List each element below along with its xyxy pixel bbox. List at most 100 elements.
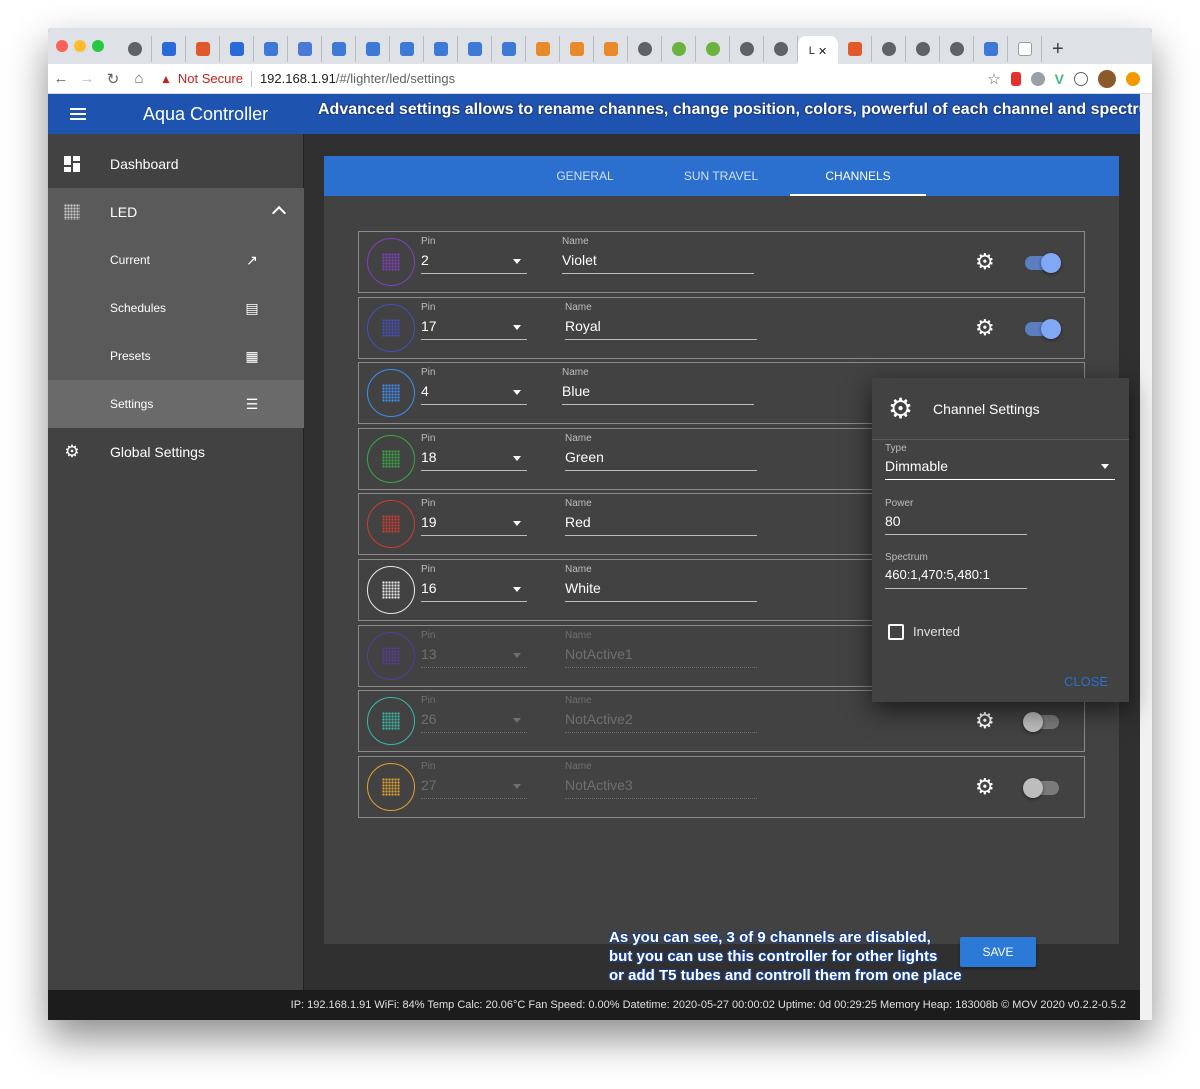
profile-avatar[interactable] (1098, 69, 1116, 88)
channel-color-swatch[interactable] (367, 697, 415, 745)
channel-settings-gear-icon[interactable]: ⚙ (975, 251, 995, 273)
browser-tab[interactable] (322, 36, 356, 62)
sidebar-item-led[interactable]: LED (48, 188, 304, 236)
tab-general[interactable]: GENERAL (524, 156, 646, 196)
bookmark-star-icon[interactable]: ☆ (987, 70, 1000, 88)
channel-toggle[interactable] (1025, 253, 1061, 273)
browser-tab[interactable] (560, 36, 594, 62)
back-icon[interactable]: ← (48, 70, 74, 87)
browser-tab[interactable] (730, 36, 764, 62)
pin-select[interactable]: 17 (421, 318, 437, 334)
dropdown-arrow-icon[interactable] (513, 718, 521, 723)
channel-color-swatch[interactable] (367, 566, 415, 614)
dropdown-arrow-icon[interactable] (513, 521, 521, 526)
channel-toggle[interactable] (1023, 712, 1059, 732)
inverted-checkbox[interactable] (888, 624, 904, 640)
channel-color-swatch[interactable] (367, 500, 415, 548)
close-tab-icon[interactable]: ✕ (818, 45, 827, 58)
browser-tab[interactable] (526, 36, 560, 62)
browser-tab[interactable] (390, 36, 424, 62)
spectrum-input[interactable]: 460:1,470:5,480:1 (885, 567, 990, 582)
sidebar-item-dashboard[interactable]: Dashboard (48, 140, 304, 188)
browser-tab[interactable] (492, 36, 526, 62)
bookmark-extension-icon[interactable] (1010, 71, 1021, 86)
sidebar-item-settings[interactable]: Settings ☰ (48, 380, 304, 428)
address-bar[interactable]: ▲ Not Secure 192.168.1.91 /#/lighter/led… (160, 67, 987, 91)
pin-select[interactable]: 18 (421, 449, 437, 465)
dropdown-arrow-icon[interactable] (513, 784, 521, 789)
type-select[interactable]: Dimmable (885, 458, 948, 474)
pin-select[interactable]: 2 (421, 252, 429, 268)
name-input[interactable]: Green (565, 449, 604, 465)
sidebar-item-schedules[interactable]: Schedules ▤ (48, 284, 304, 332)
browser-tab[interactable] (288, 36, 322, 62)
browser-tab[interactable] (186, 36, 220, 62)
pin-select[interactable]: 19 (421, 514, 437, 530)
channel-color-swatch[interactable] (367, 435, 415, 483)
name-input[interactable]: NotActive2 (565, 711, 633, 727)
dropdown-arrow-icon[interactable] (513, 653, 521, 658)
reload-icon[interactable]: ↻ (100, 70, 126, 88)
pin-select[interactable]: 27 (421, 777, 437, 793)
pin-select[interactable]: 16 (421, 580, 437, 596)
channel-settings-gear-icon[interactable]: ⚙ (975, 710, 995, 732)
dropdown-arrow-icon[interactable] (1101, 464, 1109, 469)
dropdown-arrow-icon[interactable] (513, 325, 521, 330)
browser-tab[interactable] (118, 36, 152, 62)
browser-tab[interactable] (220, 36, 254, 62)
browser-tab[interactable] (254, 36, 288, 62)
channel-toggle[interactable] (1023, 778, 1059, 798)
tab-channels[interactable]: CHANNELS (790, 156, 926, 196)
new-tab-button[interactable]: + (1052, 38, 1064, 61)
browser-tab[interactable] (764, 36, 798, 62)
browser-tab-active[interactable]: L ✕ (798, 36, 838, 66)
browser-tab[interactable] (594, 36, 628, 62)
browser-tab[interactable] (838, 36, 872, 62)
channel-color-swatch[interactable] (367, 304, 415, 352)
channel-color-swatch[interactable] (367, 238, 415, 286)
dropdown-arrow-icon[interactable] (513, 587, 521, 592)
browser-tab[interactable] (424, 36, 458, 62)
name-input[interactable]: NotActive1 (565, 646, 633, 662)
sidebar-item-presets[interactable]: Presets ▦ (48, 332, 304, 380)
home-icon[interactable]: ⌂ (126, 70, 152, 87)
name-input[interactable]: Royal (565, 318, 601, 334)
extension-icon[interactable] (1030, 71, 1045, 86)
browser-tab[interactable] (662, 36, 696, 62)
dropdown-arrow-icon[interactable] (513, 456, 521, 461)
channel-settings-gear-icon[interactable]: ⚙ (975, 317, 995, 339)
name-input[interactable]: Red (565, 514, 591, 530)
close-button[interactable]: CLOSE (1064, 674, 1108, 689)
minimize-window-button[interactable] (74, 40, 86, 52)
name-input[interactable]: NotActive3 (565, 777, 633, 793)
tab-sun-travel[interactable]: SUN TRAVEL (660, 156, 782, 196)
channel-toggle[interactable] (1025, 319, 1061, 339)
browser-tab[interactable] (906, 36, 940, 62)
browser-tab[interactable] (696, 36, 730, 62)
vue-devtools-icon[interactable]: V (1055, 71, 1064, 87)
browser-tab[interactable] (628, 36, 662, 62)
browser-tab[interactable] (974, 36, 1008, 62)
name-input[interactable]: White (565, 580, 601, 596)
sidebar-item-current[interactable]: Current ↗ (48, 236, 304, 284)
close-window-button[interactable] (56, 40, 68, 52)
pin-select[interactable]: 26 (421, 711, 437, 727)
extension-icon[interactable] (1074, 71, 1088, 86)
sidebar-item-global-settings[interactable]: ⚙ Global Settings (48, 428, 304, 476)
browser-tab[interactable] (940, 36, 974, 62)
pin-select[interactable]: 13 (421, 646, 437, 662)
name-input[interactable]: Violet (562, 252, 597, 268)
save-button[interactable]: SAVE (960, 937, 1036, 967)
dropdown-arrow-icon[interactable] (513, 259, 521, 264)
scrollbar[interactable] (1140, 94, 1152, 1020)
maximize-window-button[interactable] (92, 40, 104, 52)
browser-tab[interactable] (872, 36, 906, 62)
hamburger-menu-icon[interactable] (70, 108, 86, 120)
channel-settings-gear-icon[interactable]: ⚙ (975, 776, 995, 798)
update-alert-icon[interactable] (1126, 71, 1140, 86)
browser-tab[interactable] (152, 36, 186, 62)
power-input[interactable]: 80 (885, 513, 901, 529)
channel-color-swatch[interactable] (367, 369, 415, 417)
channel-color-swatch[interactable] (367, 632, 415, 680)
channel-color-swatch[interactable] (367, 763, 415, 811)
